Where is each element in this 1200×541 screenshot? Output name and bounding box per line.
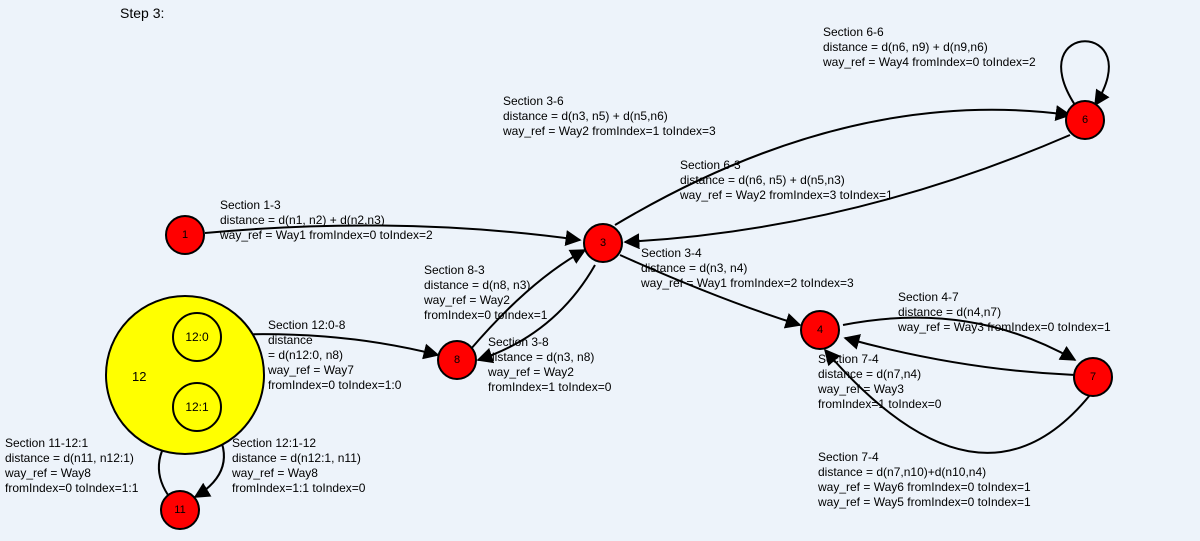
edge-6-6 xyxy=(1061,41,1109,105)
node-8: 8 xyxy=(437,340,477,380)
node-12-label: 12 xyxy=(132,369,146,384)
diagram-canvas: Step 3: 1 3 xyxy=(0,0,1200,541)
label-3-6: Section 3-6 distance = d(n3, n5) + d(n5,… xyxy=(503,94,716,139)
node-12-1-label: 12:1 xyxy=(185,400,208,414)
label-4-7: Section 4-7 distance = d(n4,n7) way_ref … xyxy=(898,290,1111,335)
label-12-1-11: Section 12:1-12 distance = d(n12:1, n11)… xyxy=(232,436,365,496)
label-6-3: Section 6-3 distance = d(n6, n5) + d(n5,… xyxy=(680,158,893,203)
node-6-label: 6 xyxy=(1082,114,1088,126)
node-11-label: 11 xyxy=(174,504,185,516)
node-4: 4 xyxy=(800,310,840,350)
label-11-12-1: Section 11-12:1 distance = d(n11, n12:1)… xyxy=(5,436,138,496)
label-12-0-8: Section 12:0-8 distance = d(n12:0, n8) w… xyxy=(268,318,401,393)
label-7-4a: Section 7-4 distance = d(n7,n4) way_ref … xyxy=(818,352,941,412)
node-8-label: 8 xyxy=(454,354,460,366)
node-1: 1 xyxy=(165,215,205,255)
node-6: 6 xyxy=(1065,100,1105,140)
label-8-3: Section 8-3 distance = d(n8, n3) way_ref… xyxy=(424,263,547,323)
node-12-1: 12:1 xyxy=(172,382,222,432)
node-7-label: 7 xyxy=(1090,371,1096,383)
label-1-3: Section 1-3 distance = d(n1, n2) + d(n2,… xyxy=(220,198,433,243)
node-12-0: 12:0 xyxy=(172,312,222,362)
node-12-0-label: 12:0 xyxy=(185,330,208,344)
label-7-4b: Section 7-4 distance = d(n7,n10)+d(n10,n… xyxy=(818,450,1031,510)
node-4-label: 4 xyxy=(817,324,823,336)
label-3-4: Section 3-4 distance = d(n3, n4) way_ref… xyxy=(641,246,854,291)
node-7: 7 xyxy=(1073,357,1113,397)
label-3-8: Section 3-8 distance = d(n3, n8) way_ref… xyxy=(488,335,611,395)
step-title: Step 3: xyxy=(120,5,164,21)
node-12: 12 12:0 12:1 xyxy=(105,295,265,455)
node-1-label: 1 xyxy=(182,229,188,241)
label-6-6: Section 6-6 distance = d(n6, n9) + d(n9,… xyxy=(823,25,1036,70)
node-11: 11 xyxy=(160,490,200,530)
node-3-label: 3 xyxy=(600,237,606,249)
node-3: 3 xyxy=(583,223,623,263)
